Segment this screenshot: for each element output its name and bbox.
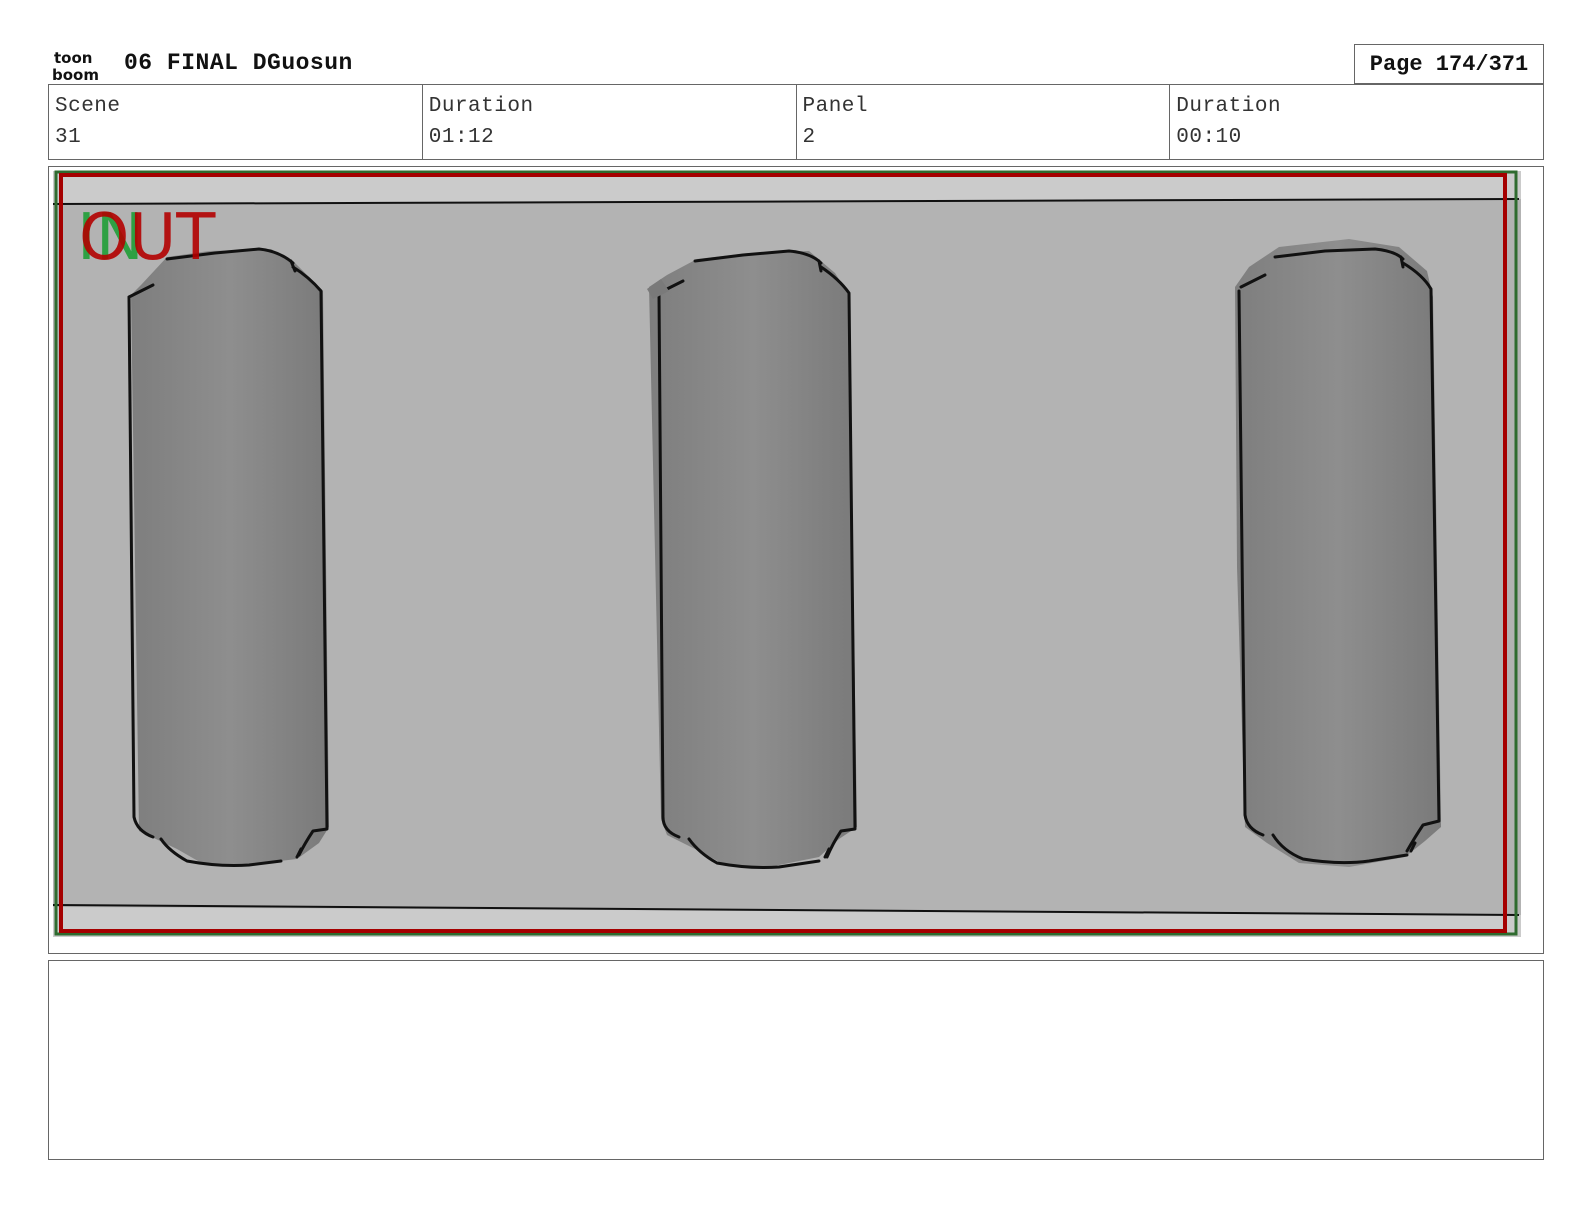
panel-duration-value: 00:10	[1176, 126, 1242, 149]
toonboom-logo: toon boom	[52, 49, 99, 82]
scene-duration-label: Duration	[428, 95, 534, 118]
panel-duration-label: Duration	[1176, 95, 1282, 118]
scene-value: 31	[55, 126, 82, 149]
storyboard-panel: IN OUT	[48, 166, 1544, 954]
tube-right	[1235, 239, 1441, 867]
page-header: toon boom 06 FINAL DGuosun Page 174/371	[48, 44, 1544, 84]
panel-drawing: IN OUT	[52, 170, 1521, 937]
scene-cell: Scene 31	[49, 85, 423, 159]
page-number: Page 174/371	[1354, 44, 1544, 84]
logo-text-bottom: boom	[52, 66, 99, 82]
scene-duration-cell: Duration 01:12	[423, 85, 797, 159]
panel-cell: Panel 2	[797, 85, 1171, 159]
tube-middle	[647, 249, 857, 869]
project-title: 06 FINAL DGuosun	[124, 50, 353, 76]
panel-notes	[48, 960, 1544, 1160]
panel-value: 2	[802, 126, 816, 149]
tube-left	[127, 247, 329, 867]
scene-info-table: Scene 31 Duration 01:12 Panel 2 Duration…	[48, 84, 1544, 160]
logo-text-top: toon	[54, 49, 92, 67]
scene-duration-value: 01:12	[428, 126, 495, 149]
out-marker: OUT	[79, 201, 216, 275]
scene-label: Scene	[55, 95, 121, 118]
panel-duration-cell: Duration 00:10	[1170, 85, 1543, 159]
panel-label: Panel	[802, 95, 869, 118]
